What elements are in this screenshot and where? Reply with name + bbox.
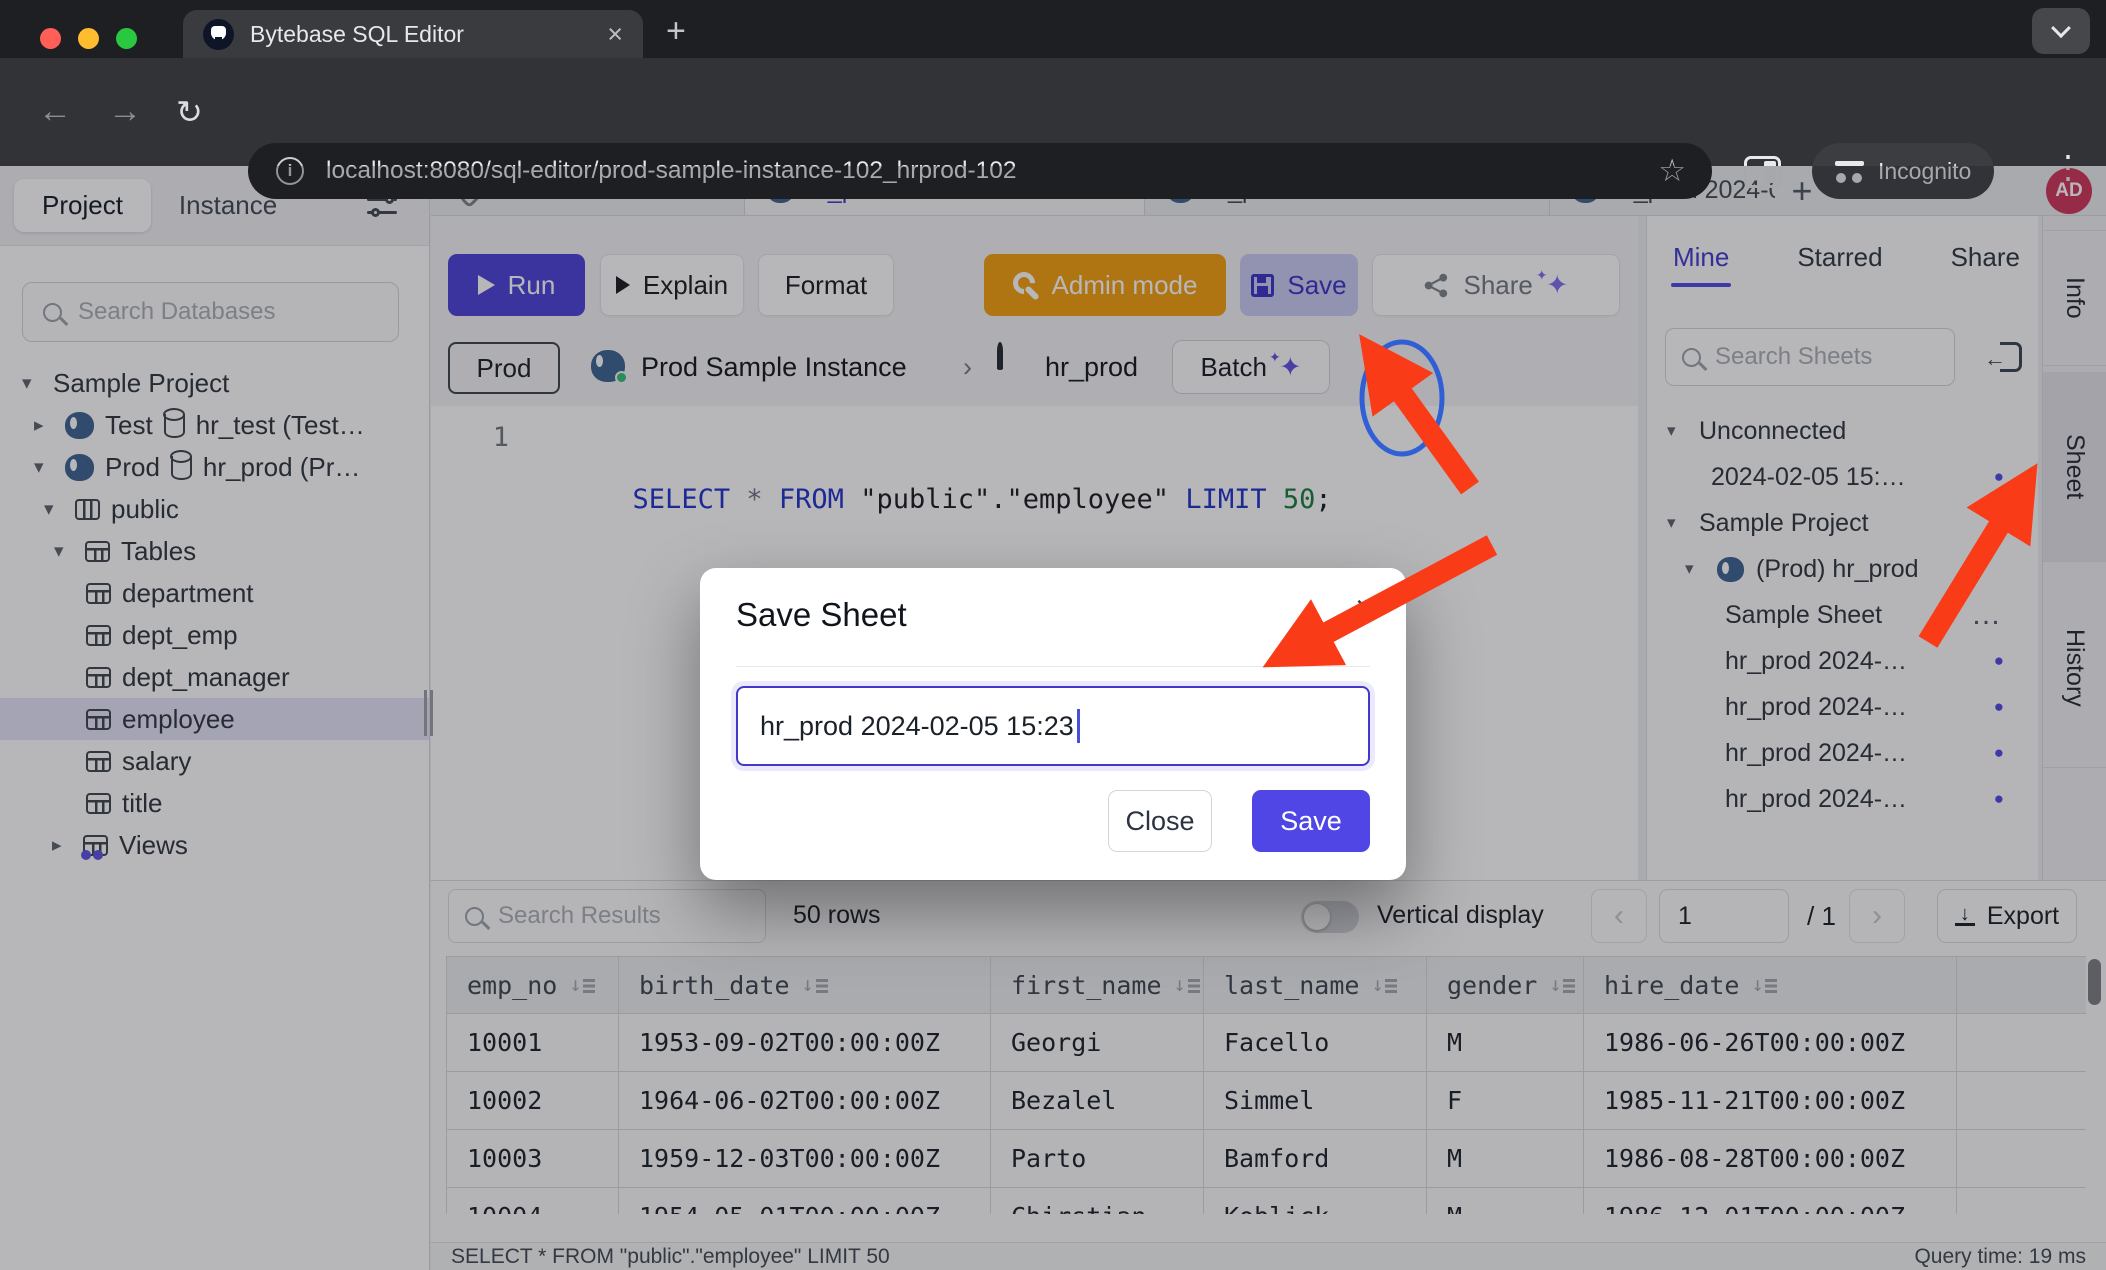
- modal-close-icon[interactable]: ×: [1355, 590, 1376, 626]
- save-sheet-modal: Save Sheet × hr_prod 2024-02-05 15:23 Cl…: [700, 568, 1406, 880]
- modal-title: Save Sheet: [736, 596, 907, 634]
- back-icon[interactable]: ←: [38, 94, 72, 128]
- browser-tab-strip: Bytebase SQL Editor × +: [0, 0, 2106, 58]
- reload-icon[interactable]: ↻: [176, 96, 203, 128]
- modal-save-button[interactable]: Save: [1252, 790, 1370, 852]
- browser-toolbar: ← → ↻ i localhost:8080/sql-editor/prod-s…: [0, 58, 2106, 166]
- browser-tab-title: Bytebase SQL Editor: [250, 21, 464, 48]
- chevron-down-icon: [2051, 18, 2071, 38]
- new-tab-button[interactable]: +: [666, 14, 686, 48]
- forward-icon[interactable]: →: [108, 94, 142, 128]
- window-zoom-button[interactable]: [116, 28, 137, 49]
- modal-close-button[interactable]: Close: [1108, 790, 1212, 852]
- window-minimize-button[interactable]: [78, 28, 99, 49]
- text-caret: [1077, 709, 1080, 743]
- window-close-button[interactable]: [40, 28, 61, 49]
- sheet-name-input[interactable]: hr_prod 2024-02-05 15:23: [736, 686, 1370, 766]
- screenshot-root: Bytebase SQL Editor × + ← → ↻ i localhos…: [0, 0, 2106, 1270]
- modal-divider: [736, 666, 1370, 667]
- browser-tab-close-icon[interactable]: ×: [607, 21, 623, 48]
- tab-overview-button[interactable]: [2032, 8, 2090, 54]
- browser-tab[interactable]: Bytebase SQL Editor ×: [183, 10, 643, 58]
- sheet-name-value: hr_prod 2024-02-05 15:23: [760, 711, 1074, 742]
- bytebase-favicon-icon: [203, 19, 234, 50]
